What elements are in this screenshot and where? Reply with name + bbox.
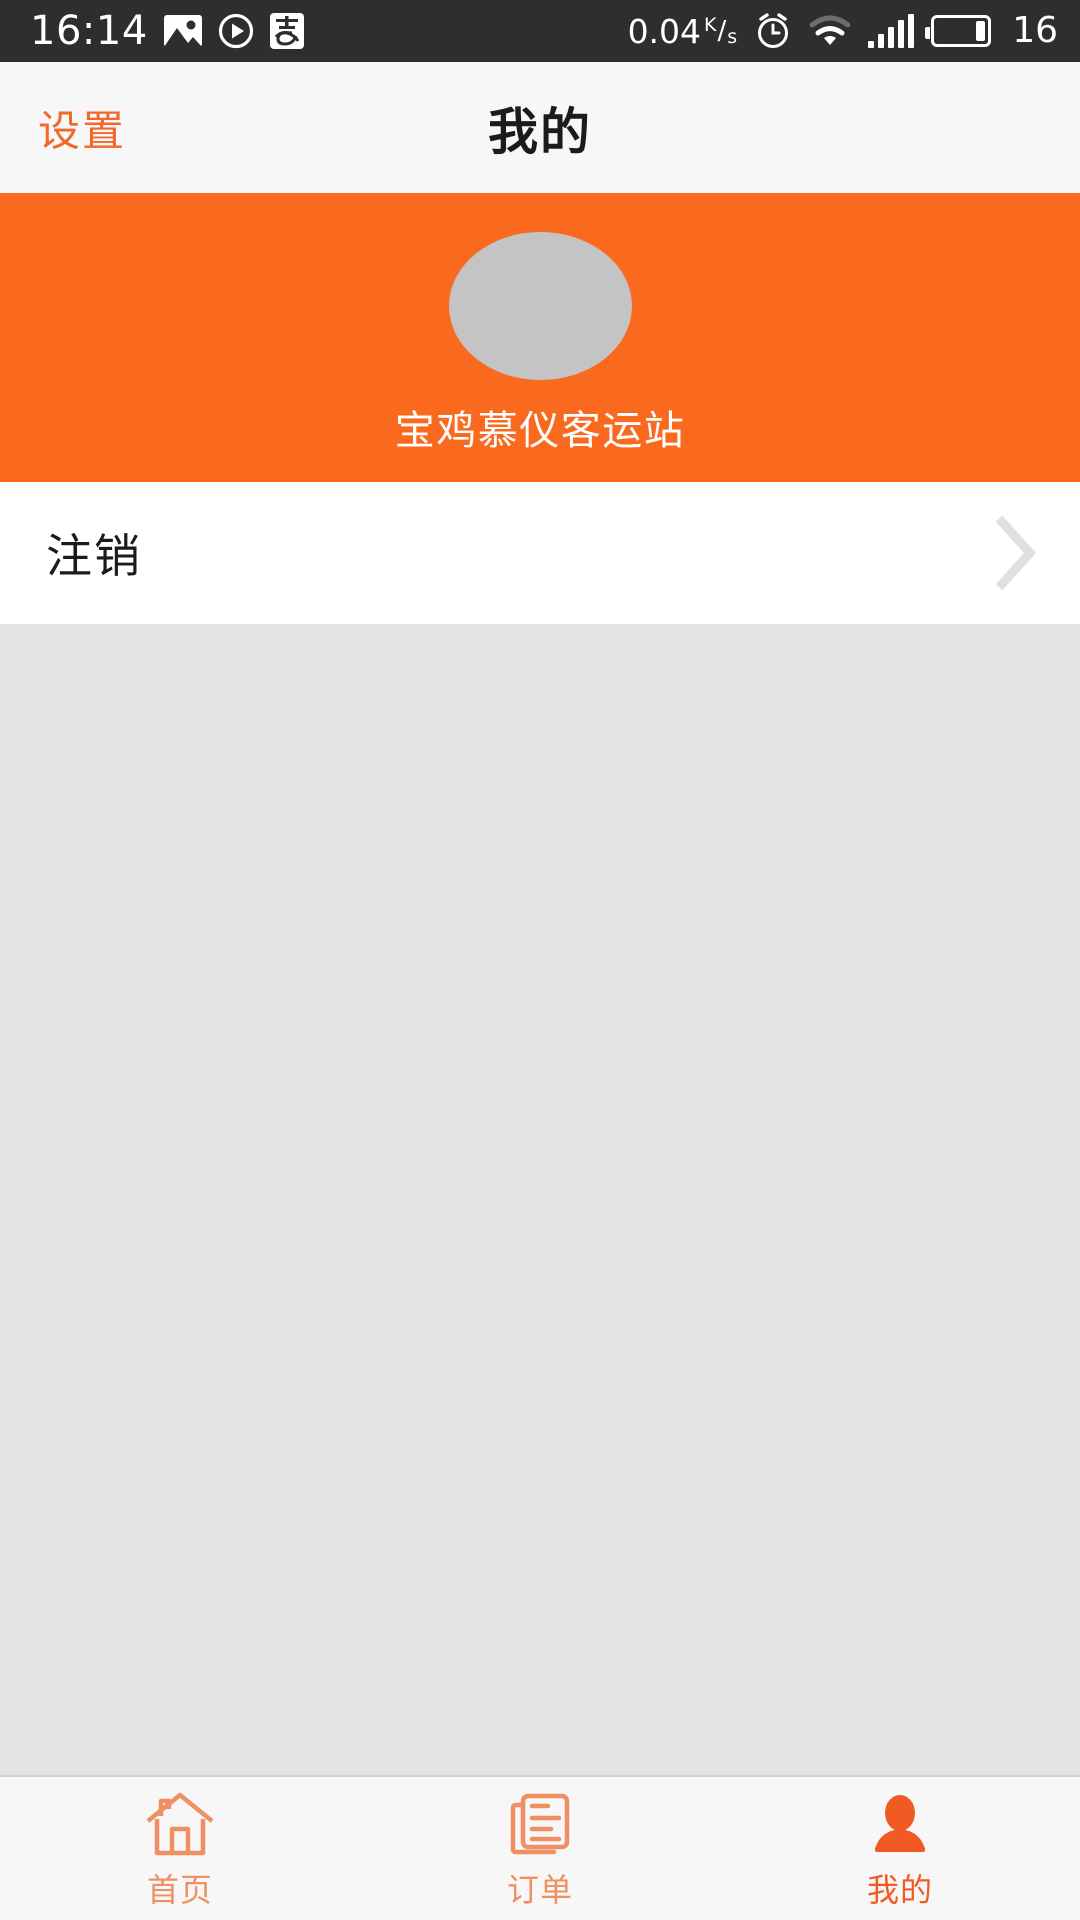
status-bar-right: 0.04 K / s 16 [628,12,1080,50]
logout-row[interactable]: 注销 [0,482,1080,625]
status-bar: 16:14 0.04 K / s 16 [0,0,1080,62]
network-speed-unit: K / s [704,13,738,48]
speed-unit-numerator: K [704,13,717,36]
page-title: 我的 [488,102,592,161]
play-circle-icon [218,13,254,49]
tab-orders[interactable]: 订单 [360,1777,720,1920]
content-area [0,626,1080,1775]
app-screen: 16:14 0.04 K / s 16 设置 我的 宝鸡慕仪客运站 注销 首页 … [0,0,1080,1920]
bottom-tab-bar: 首页 订单 我的 [0,1775,1080,1920]
wifi-icon [809,14,851,48]
logout-label: 注销 [46,529,142,583]
status-bar-left: 16:14 [0,11,304,51]
nav-header: 设置 我的 [0,62,1080,193]
speed-unit-denominator: s [727,25,738,48]
tab-home[interactable]: 首页 [0,1777,360,1920]
tab-orders-label: 订单 [506,1870,573,1909]
battery-icon [925,15,992,47]
chevron-right-icon [995,515,1038,591]
alarm-clock-icon [754,12,792,50]
person-icon [864,1787,936,1857]
status-bar-clock: 16:14 [30,8,148,54]
home-icon [144,1787,216,1857]
network-speed: 0.04 K / s [628,15,738,48]
alipay-icon [269,13,304,49]
settings-button[interactable]: 设置 [38,97,126,158]
username-label: 宝鸡慕仪客运站 [394,408,686,454]
avatar[interactable] [448,232,632,380]
signal-bars-icon [868,14,915,48]
battery-level: 16 [1012,10,1058,51]
orders-document-icon [504,1787,576,1857]
image-icon [163,15,202,47]
network-speed-value: 0.04 [627,11,702,51]
profile-banner: 宝鸡慕仪客运站 [0,193,1080,482]
tab-home-label: 首页 [146,1870,213,1909]
speed-unit-slash: / [717,16,727,46]
settings-row-list: 注销 [0,482,1080,625]
tab-mine[interactable]: 我的 [720,1777,1080,1920]
tab-mine-label: 我的 [866,1870,933,1909]
